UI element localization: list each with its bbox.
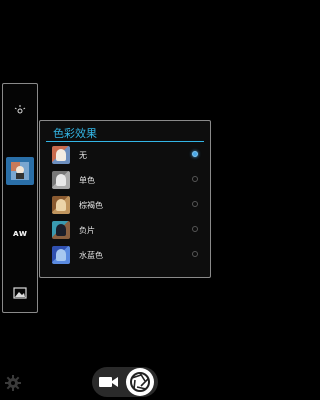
radio-selected[interactable] xyxy=(192,151,198,157)
effect-label: 棕褐色 xyxy=(79,200,103,210)
effect-none-thumbnail xyxy=(52,146,70,164)
scene-icon xyxy=(13,287,27,299)
settings-button[interactable] xyxy=(4,374,24,394)
effect-option-sepia[interactable]: 棕褐色 xyxy=(52,195,202,215)
effect-aqua-thumbnail xyxy=(52,246,70,264)
radio-unselected[interactable] xyxy=(192,226,198,232)
radio-unselected[interactable] xyxy=(192,251,198,257)
radio-unselected[interactable] xyxy=(192,201,198,207)
gear-icon xyxy=(5,375,21,391)
white-balance-icon: ᴀw xyxy=(12,229,28,239)
effect-option-aqua[interactable]: 水蓝色 xyxy=(52,245,202,265)
camera-settings-bar: ᴀw xyxy=(2,83,38,313)
scene-mode-button[interactable] xyxy=(6,279,34,307)
brightness-button[interactable] xyxy=(6,96,34,124)
effect-option-mono[interactable]: 单色 xyxy=(52,170,202,190)
panel-divider xyxy=(46,141,204,142)
color-effect-icon xyxy=(11,162,29,180)
effect-sepia-thumbnail xyxy=(52,196,70,214)
panel-title: 色彩效果 xyxy=(53,127,97,140)
white-balance-button[interactable]: ᴀw xyxy=(6,220,34,248)
brightness-icon xyxy=(14,105,26,114)
effect-label: 负片 xyxy=(79,225,95,235)
effect-option-negative[interactable]: 负片 xyxy=(52,220,202,240)
effect-label: 无 xyxy=(79,150,87,160)
effect-label: 单色 xyxy=(79,175,95,185)
capture-controls xyxy=(92,367,158,397)
camera-aperture-icon xyxy=(130,372,150,392)
radio-unselected[interactable] xyxy=(192,176,198,182)
effect-mono-thumbnail xyxy=(52,171,70,189)
effect-negative-thumbnail xyxy=(52,221,70,239)
effect-option-none[interactable]: 无 xyxy=(52,145,202,165)
video-mode-button[interactable] xyxy=(97,373,121,391)
video-camera-icon xyxy=(99,377,118,387)
color-effect-button[interactable] xyxy=(6,157,34,185)
color-effect-panel: 色彩效果 无 单色 棕褐色 负片 水蓝色 xyxy=(39,120,211,278)
shutter-button[interactable] xyxy=(126,368,154,396)
effect-label: 水蓝色 xyxy=(79,250,103,260)
